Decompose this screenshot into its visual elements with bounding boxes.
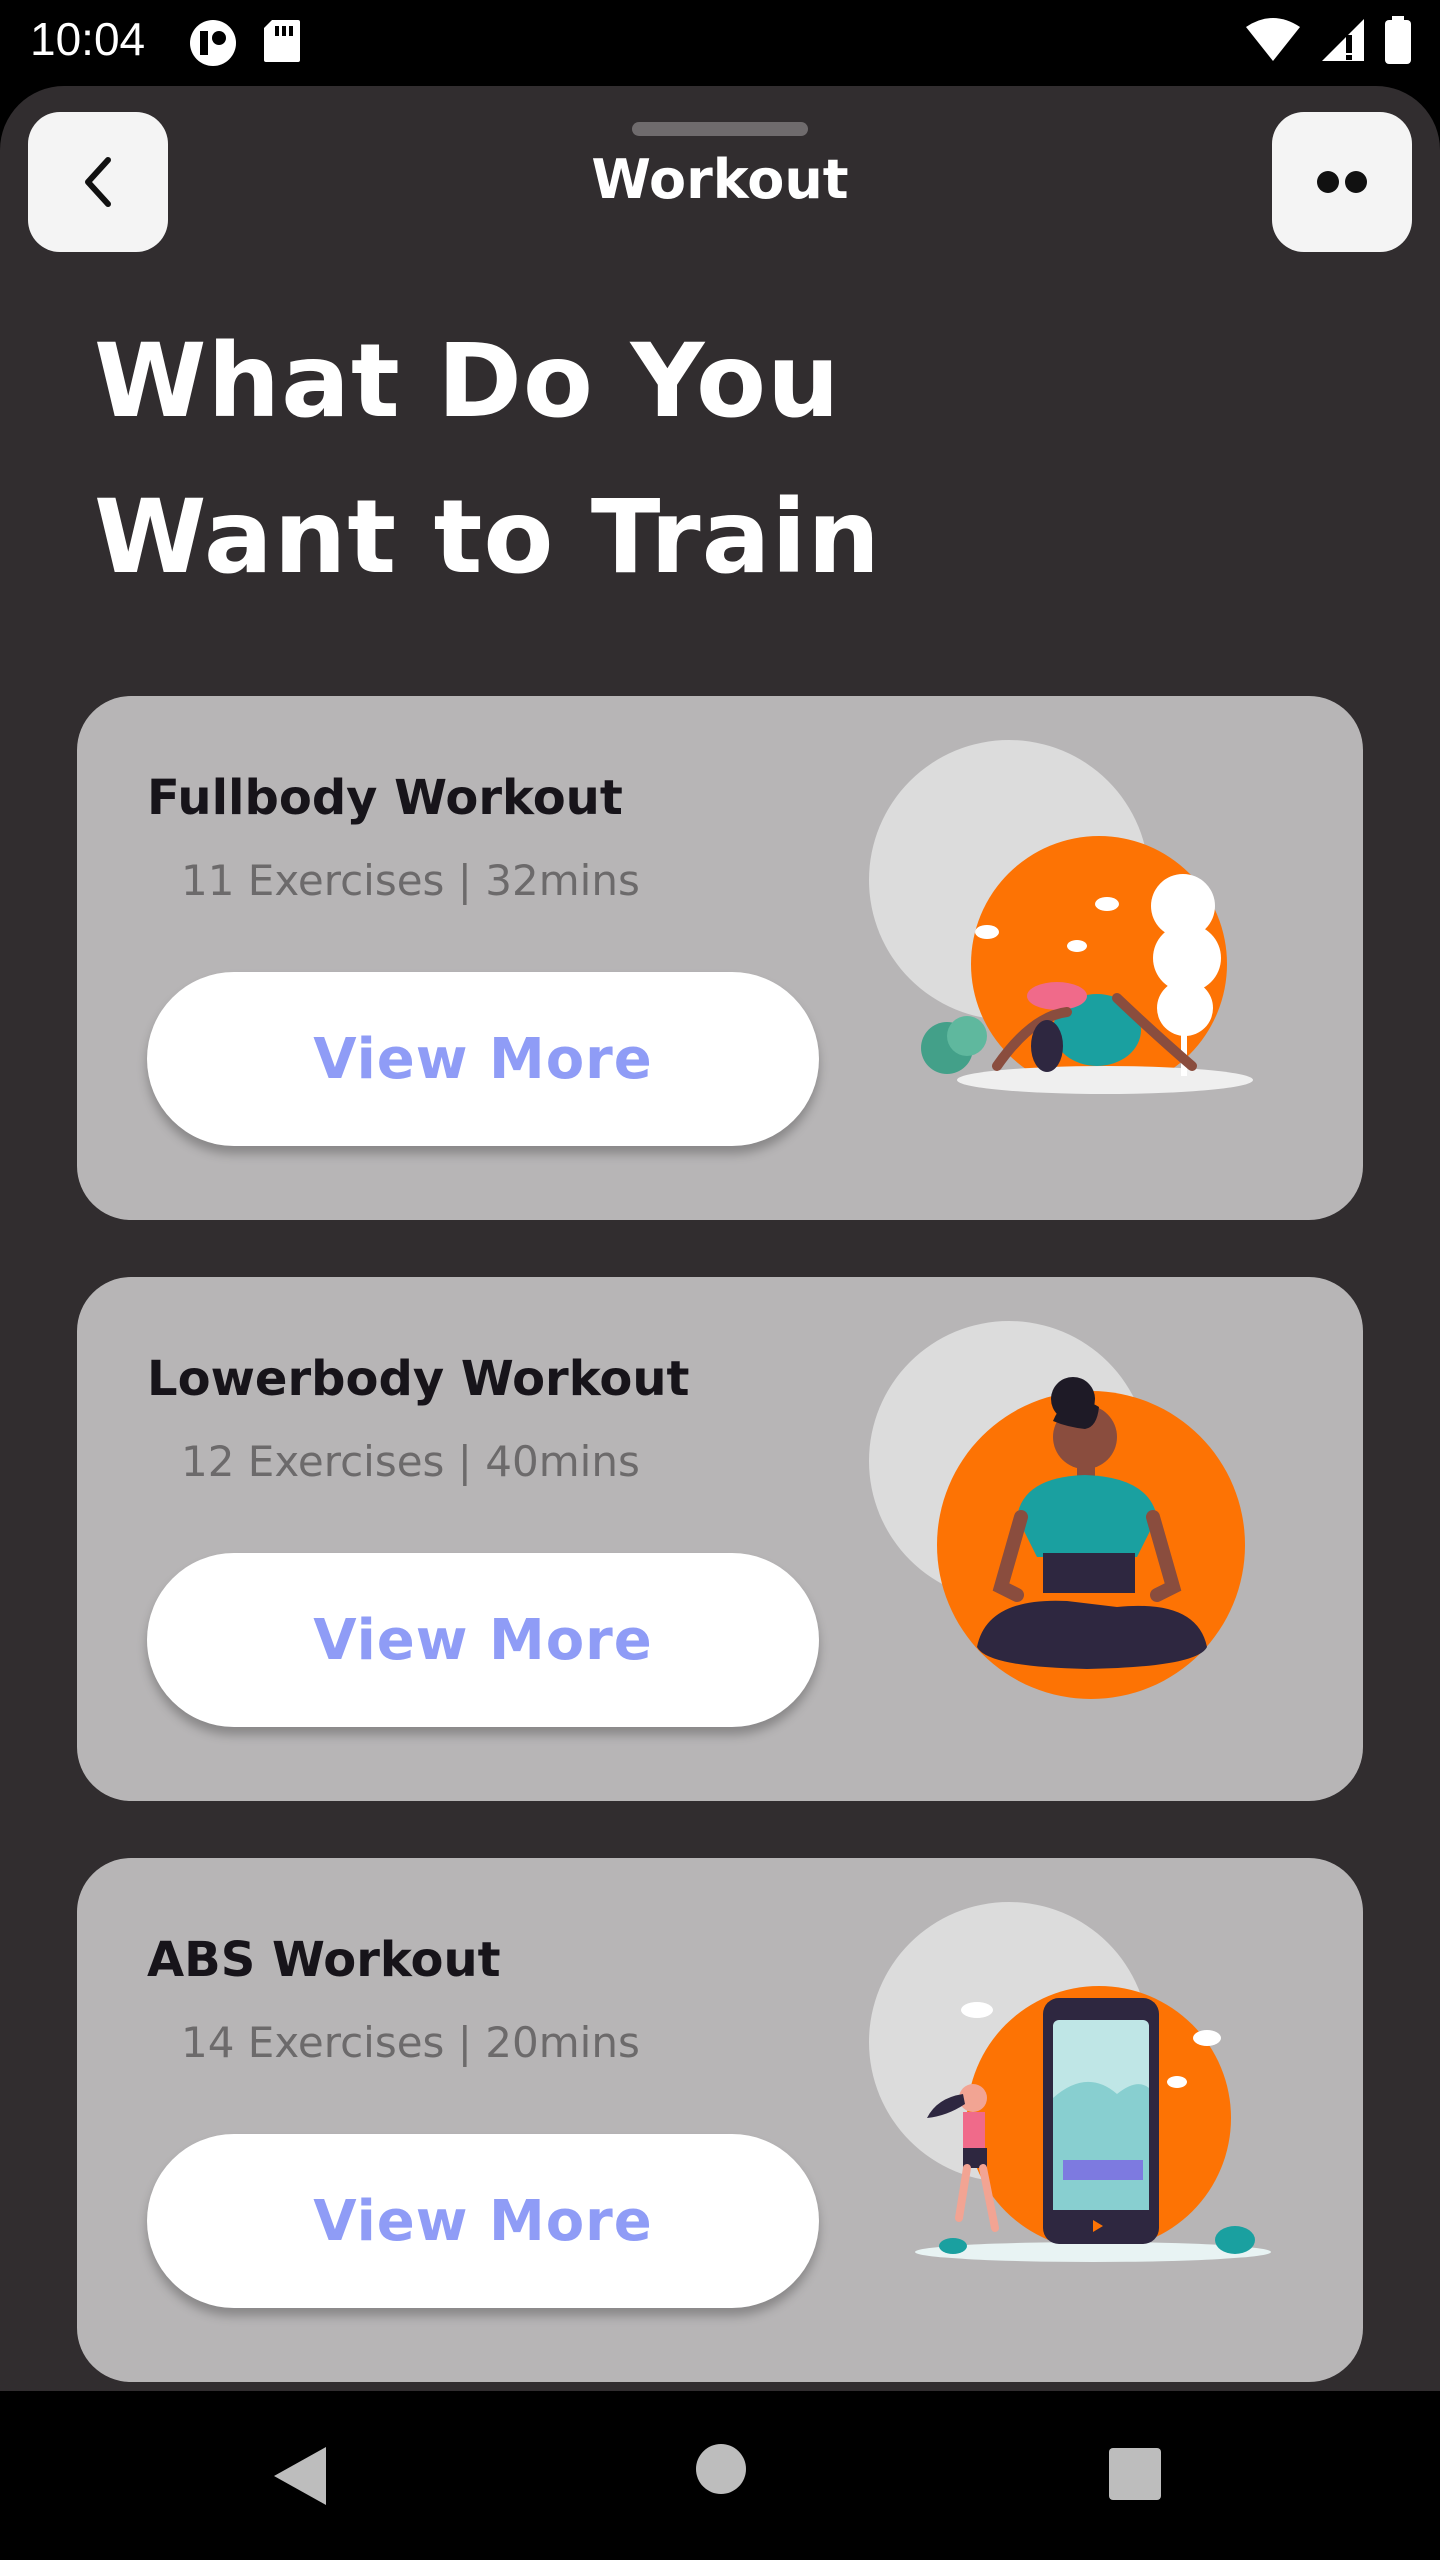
card-title: Lowerbody Workout <box>147 1351 690 1407</box>
card-meta: 11 Exercises | 32mins <box>181 856 640 905</box>
card-meta: 14 Exercises | 20mins <box>181 2018 640 2067</box>
heading-line-1: What Do You <box>94 322 841 441</box>
stretching-woman-illustration <box>869 740 1253 1094</box>
view-more-button[interactable]: View More <box>147 972 819 1146</box>
nav-back-icon[interactable] <box>270 2443 330 2509</box>
nav-recents-icon[interactable] <box>1108 2447 1162 2501</box>
workout-card-fullbody[interactable]: Fullbody Workout 11 Exercises | 32mins V… <box>77 696 1363 1220</box>
status-right-icons <box>1244 16 1412 64</box>
view-more-button[interactable]: View More <box>147 1553 819 1727</box>
more-options-button[interactable] <box>1272 112 1412 252</box>
workout-card-abs[interactable]: ABS Workout 14 Exercises | 20mins View M… <box>77 1858 1363 2382</box>
status-time: 10:04 <box>30 13 146 65</box>
card-title: Fullbody Workout <box>147 770 623 826</box>
signal-icon <box>1322 19 1364 61</box>
workout-card-lowerbody[interactable]: Lowerbody Workout 12 Exercises | 40mins … <box>77 1277 1363 1801</box>
battery-icon <box>1385 16 1411 64</box>
page-title: Workout <box>591 148 849 211</box>
status-bar: 10:04 <box>0 0 1440 84</box>
workout-sheet: Workout What Do You Want to Train Fullbo… <box>0 86 1440 2391</box>
heading-line-2: Want to Train <box>94 478 882 597</box>
view-more-button[interactable]: View More <box>147 2134 819 2308</box>
app-notification-icon <box>190 20 236 66</box>
main-heading: What Do You Want to Train <box>94 304 1094 616</box>
meditating-woman-illustration <box>869 1321 1245 1699</box>
nav-home-icon[interactable] <box>695 2443 747 2495</box>
wifi-icon <box>1246 18 1300 61</box>
phone-runner-illustration <box>869 1902 1271 2262</box>
drag-handle[interactable] <box>632 122 808 136</box>
status-left-icons <box>188 18 302 68</box>
two-dots-icon <box>1317 171 1367 193</box>
system-nav-bar <box>0 2391 1440 2560</box>
card-meta: 12 Exercises | 40mins <box>181 1437 640 1486</box>
card-title: ABS Workout <box>147 1932 501 1988</box>
sd-card-icon <box>264 20 300 62</box>
